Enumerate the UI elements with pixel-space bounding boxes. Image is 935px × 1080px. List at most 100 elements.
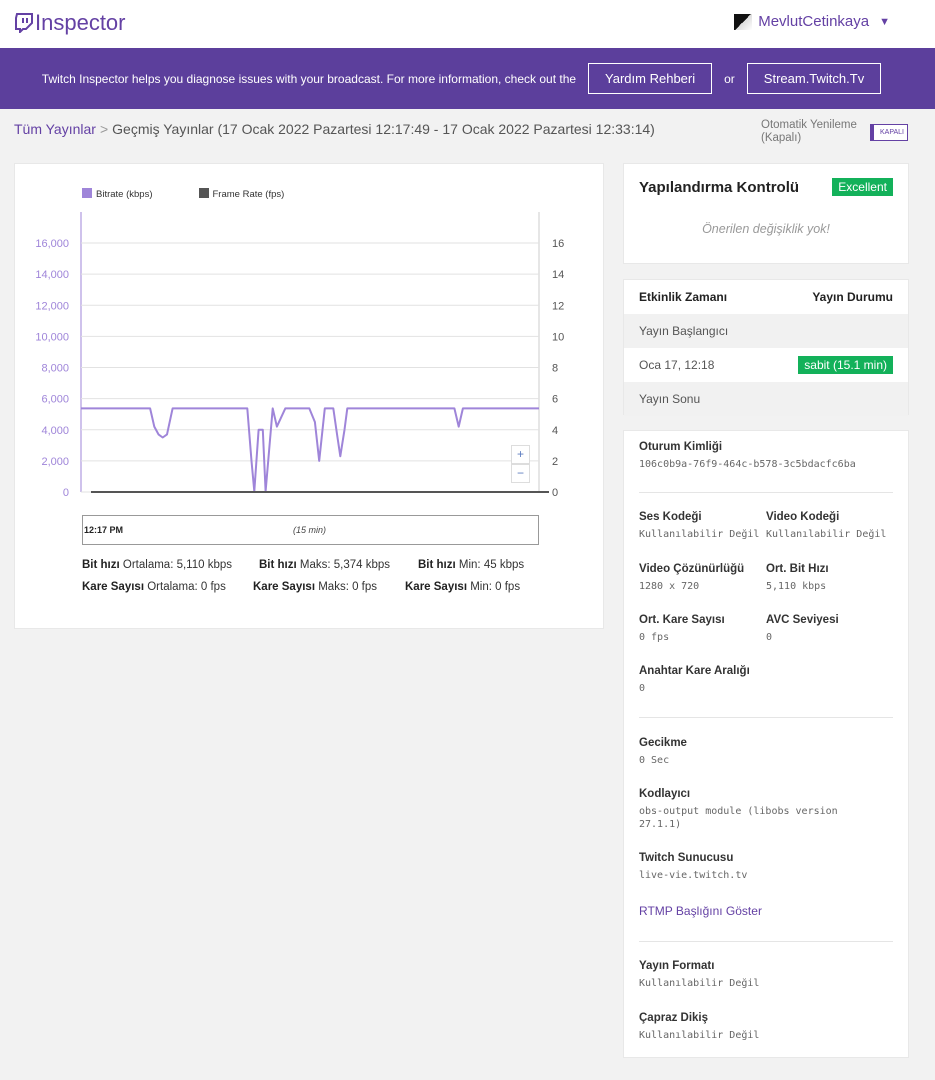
event-time: Oca 17, 12:18 xyxy=(639,358,715,372)
y-tick-right: 0 xyxy=(552,487,558,499)
divider xyxy=(639,492,893,493)
y-tick-left: 14,000 xyxy=(35,269,69,281)
bitrate-min: Min: 45 kbps xyxy=(458,559,525,571)
framerate-max: Maks: 0 fps xyxy=(318,581,378,593)
session-id-value: 106c0b9a-76f9-464c-b578-3c5bdacfc6ba xyxy=(639,459,856,470)
breadcrumb-root-link[interactable]: Tüm Yayınlar xyxy=(14,121,96,137)
stream-format-value: Kullanılabilir Değil xyxy=(639,978,760,989)
y-tick-right: 12 xyxy=(552,300,564,312)
cross-stitch-value: Kullanılabilir Değil xyxy=(639,1030,760,1041)
y-tick-right: 10 xyxy=(552,331,564,343)
divider xyxy=(639,941,893,942)
breadcrumb-current: Geçmiş Yayınlar (17 Ocak 2022 Pazartesi … xyxy=(112,121,655,137)
y-tick-right: 4 xyxy=(552,425,558,437)
breadcrumb-row: Tüm Yayınlar > Geçmiş Yayınlar (17 Ocak 20… xyxy=(0,109,935,163)
event-row-status: Oca 17, 12:18 sabit (15.1 min) xyxy=(624,348,908,382)
framerate-avg-stat: Kare Sayısı Ortalama: 0 fps xyxy=(82,581,226,593)
y-tick-left: 4,000 xyxy=(41,425,69,437)
latency-label: Gecikme xyxy=(639,737,687,749)
banner-or: or xyxy=(724,71,735,86)
bitrate-min-label: Bit hızı xyxy=(418,559,456,571)
divider xyxy=(639,717,893,718)
auto-refresh-text: Otomatik Yenileme xyxy=(761,119,857,131)
breadcrumb: Tüm Yayınlar > Geçmiş Yayınlar (17 Ocak 20… xyxy=(14,121,655,137)
y-tick-left: 10,000 xyxy=(35,331,69,343)
zoom-in-button[interactable]: + xyxy=(511,445,530,464)
y-tick-left: 2,000 xyxy=(41,456,69,468)
user-menu[interactable]: MevlutCetinkaya ▼ xyxy=(734,13,890,30)
status-badge: Excellent xyxy=(832,178,893,196)
help-guide-button[interactable]: Yardım Rehberi xyxy=(588,63,713,94)
avg-bitrate-label: Ort. Bit Hızı xyxy=(766,563,829,575)
show-rtmp-header-link[interactable]: RTMP Başlığını Göster xyxy=(639,904,762,918)
info-banner: Twitch Inspector helps you diagnose issu… xyxy=(0,48,935,109)
timeline-span: (15 min) xyxy=(293,525,327,535)
event-row-start: Yayın Başlangıcı xyxy=(624,314,908,348)
bitrate-avg: Ortalama: 5,110 kbps xyxy=(122,559,232,571)
timeline-navigator[interactable]: 12:17 PM (15 min) xyxy=(82,515,539,545)
encoder-label: Kodlayıcı xyxy=(639,788,691,800)
keyframe-value: 0 xyxy=(639,683,646,694)
y-tick-right: 14 xyxy=(552,269,564,281)
framerate-avg-label: Kare Sayısı xyxy=(82,581,145,593)
twitch-glitch-icon xyxy=(15,13,33,33)
stream-twitch-button[interactable]: Stream.Twitch.Tv xyxy=(746,63,882,94)
video-codec-label: Video Kodeği xyxy=(766,511,840,523)
logo-text: Inspector xyxy=(35,10,126,35)
events-col-status: Yayın Durumu xyxy=(812,290,893,304)
bitrate-max-stat: Bit hızı Maks: 5,374 kbps xyxy=(259,559,390,571)
config-check-card: Yapılandırma Kontrolü Excellent Önerilen… xyxy=(623,163,909,264)
encoder-value: obs-output module (libobs version 27.1.1… xyxy=(639,806,838,830)
y-tick-left: 0 xyxy=(63,487,69,499)
framerate-max-label: Kare Sayısı xyxy=(253,581,316,593)
session-id-label: Oturum Kimliği xyxy=(639,441,723,453)
framerate-min-stat: Kare Sayısı Min: 0 fps xyxy=(405,581,520,593)
event-row-end: Yayın Sonu xyxy=(624,382,908,416)
event-start-label: Yayın Başlangıcı xyxy=(639,324,729,338)
y-tick-left: 12,000 xyxy=(35,300,69,312)
avg-bitrate-value: 5,110 kbps xyxy=(766,581,827,592)
y-tick-right: 16 xyxy=(552,238,564,250)
event-status-badge: sabit (15.1 min) xyxy=(798,356,893,374)
events-header: Etkinlik Zamanı Yayın Durumu xyxy=(624,280,908,314)
avg-fps-value: 0 fps xyxy=(639,632,670,643)
auto-refresh-toggle[interactable]: KAPALI xyxy=(870,124,908,141)
bitrate-min-stat: Bit hızı Min: 45 kbps xyxy=(418,559,524,571)
framerate-avg: Ortalama: 0 fps xyxy=(147,581,226,593)
config-message: Önerilen değişiklik yok! xyxy=(702,222,830,236)
latency-value: 0 Sec xyxy=(639,755,670,766)
user-name: MevlutCetinkaya xyxy=(758,13,870,30)
top-header: Inspector MevlutCetinkaya ▼ xyxy=(0,0,935,48)
avatar xyxy=(734,13,753,30)
bitrate-stats: Bit hızı Ortalama: 5,110 kbps xyxy=(82,559,232,571)
video-codec-value: Kullanılabilir Değil xyxy=(766,529,887,540)
avg-fps-label: Ort. Kare Sayısı xyxy=(639,614,725,626)
banner-text: Twitch Inspector helps you diagnose issu… xyxy=(41,71,577,86)
audio-codec-label: Ses Kodeği xyxy=(639,511,702,523)
y-tick-right: 2 xyxy=(552,456,558,468)
y-tick-left: 8,000 xyxy=(41,363,69,375)
y-tick-left: 6,000 xyxy=(41,394,69,406)
bitrate-max: Maks: 5,374 kbps xyxy=(299,559,391,571)
zoom-out-button[interactable]: − xyxy=(511,464,530,483)
session-card: Oturum Kimliği 106c0b9a-76f9-464c-b578-3… xyxy=(623,430,909,1058)
event-end-label: Yayın Sonu xyxy=(639,392,701,406)
stream-format-label: Yayın Formatı xyxy=(639,960,715,972)
bitrate-series-line xyxy=(81,407,539,493)
breadcrumb-separator: > xyxy=(99,121,109,137)
events-card: Etkinlik Zamanı Yayın Durumu Yayın Başla… xyxy=(623,279,909,416)
framerate-min-label: Kare Sayısı xyxy=(405,581,468,593)
auto-refresh-state: (Kapalı) xyxy=(761,132,802,144)
framerate-max-stat: Kare Sayısı Maks: 0 fps xyxy=(253,581,377,593)
bitrate-avg-label: Bit hızı xyxy=(82,559,120,571)
auto-refresh-label: Otomatik Yenileme (Kapalı) xyxy=(761,119,857,145)
server-label: Twitch Sunucusu xyxy=(639,852,734,864)
cross-stitch-label: Çapraz Dikiş xyxy=(639,1012,709,1024)
resolution-label: Video Çözünürlüğü xyxy=(639,563,745,575)
server-value: live-vie.twitch.tv xyxy=(639,870,748,881)
bitrate-max-label: Bit hızı xyxy=(259,559,297,571)
avc-level-label: AVC Seviyesi xyxy=(766,614,839,626)
avc-level-value: 0 xyxy=(766,632,773,643)
inspector-logo[interactable]: Inspector xyxy=(15,10,126,36)
chevron-down-icon: ▼ xyxy=(879,15,890,28)
